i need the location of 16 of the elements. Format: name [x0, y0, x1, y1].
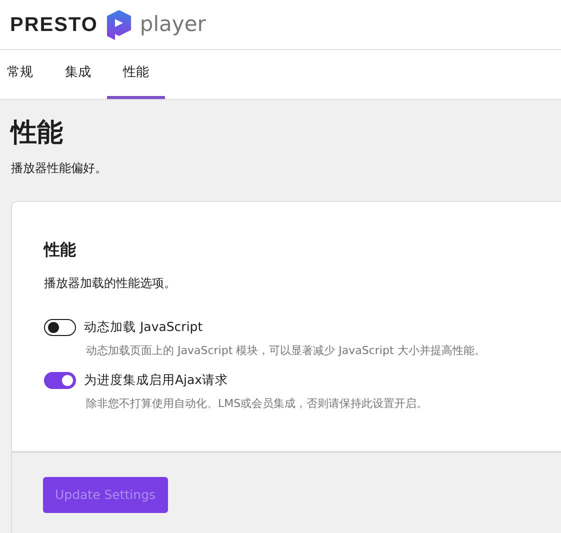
toggle-switch[interactable] [44, 372, 76, 390]
page-title: 性能 [11, 118, 64, 150]
logo-product-name: player [140, 10, 206, 38]
tab[interactable]: 集成 [49, 50, 107, 99]
setting-help-text: 除非您不打算使用自动化、LMS或会员集成，否则请保持此设置开启。 [86, 396, 429, 412]
logo-icon [106, 10, 132, 40]
card-title: 性能 [44, 239, 77, 262]
tab[interactable]: 性能 [107, 50, 165, 99]
setting-label: 动态加载 JavaScript [84, 318, 203, 336]
logo-wordmark: PRESTO [10, 12, 98, 38]
toggle-switch[interactable] [44, 319, 76, 336]
page-subtitle: 播放器性能偏好。 [11, 160, 108, 178]
setting-label: 为进度集成启用Ajax请求 [84, 371, 228, 390]
tab[interactable]: 常规 [0, 50, 49, 99]
setting-help-text: 动态加载页面上的 JavaScript 模块，可以显著减少 JavaScript 大小并提高性能。 [86, 342, 486, 359]
card-subtitle: 播放器加载的性能选项。 [44, 275, 177, 292]
